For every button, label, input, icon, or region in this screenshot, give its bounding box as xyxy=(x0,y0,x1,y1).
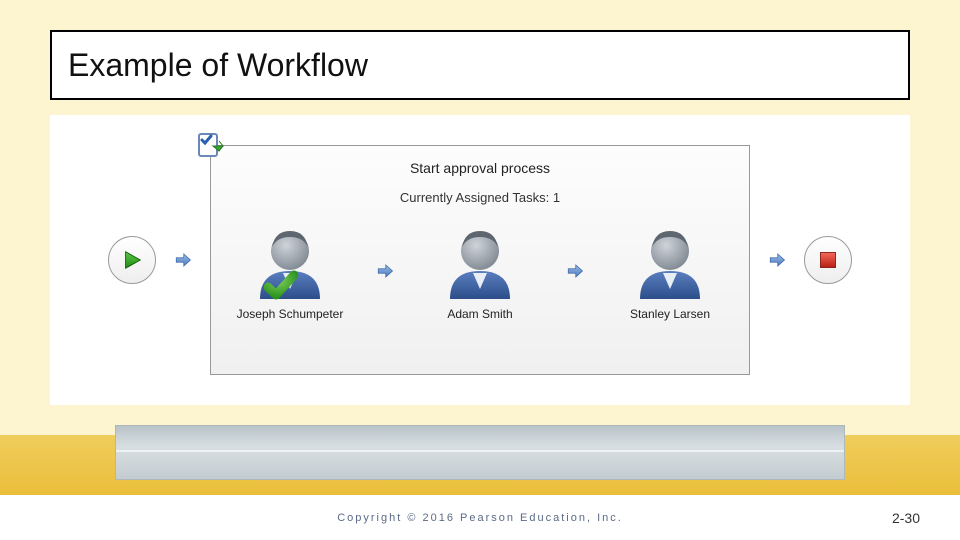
title-box: Example of Workflow xyxy=(50,30,910,100)
person-1: Joseph Schumpeter xyxy=(230,223,350,321)
person-3: Stanley Larsen xyxy=(610,223,730,321)
page-number: 2-30 xyxy=(892,510,920,526)
workflow: Start approval process Currently Assigne… xyxy=(108,145,852,375)
copyright-text: Copyright © 2016 Pearson Education, Inc. xyxy=(337,512,623,524)
person-name: Stanley Larsen xyxy=(630,307,710,321)
person-name: Adam Smith xyxy=(447,307,512,321)
arrow-step-2 xyxy=(564,251,586,291)
arrow-right-icon xyxy=(174,251,192,269)
footer: Copyright © 2016 Pearson Education, Inc.… xyxy=(0,495,960,540)
user-icon xyxy=(445,223,515,301)
approval-panel: Start approval process Currently Assigne… xyxy=(210,145,750,375)
start-node xyxy=(108,236,156,284)
people-row: Joseph Schumpeter Adam Smith xyxy=(230,223,730,321)
page-title: Example of Workflow xyxy=(68,47,368,84)
stop-icon xyxy=(818,250,838,270)
arrow-right-icon xyxy=(376,262,394,280)
panel-title: Start approval process xyxy=(410,160,550,176)
person-2: Adam Smith xyxy=(420,223,540,321)
play-icon xyxy=(121,249,143,271)
person-name: Joseph Schumpeter xyxy=(237,307,344,321)
diagram-area: Start approval process Currently Assigne… xyxy=(50,115,910,405)
arrow-right-icon xyxy=(768,251,786,269)
user-icon xyxy=(635,223,705,301)
end-node xyxy=(804,236,852,284)
panel-subtitle: Currently Assigned Tasks: 1 xyxy=(400,190,560,205)
decorative-strip xyxy=(115,425,845,480)
check-icon xyxy=(264,269,298,303)
arrow-right-icon xyxy=(566,262,584,280)
arrow-step-1 xyxy=(374,251,396,291)
checklist-icon xyxy=(197,132,225,158)
